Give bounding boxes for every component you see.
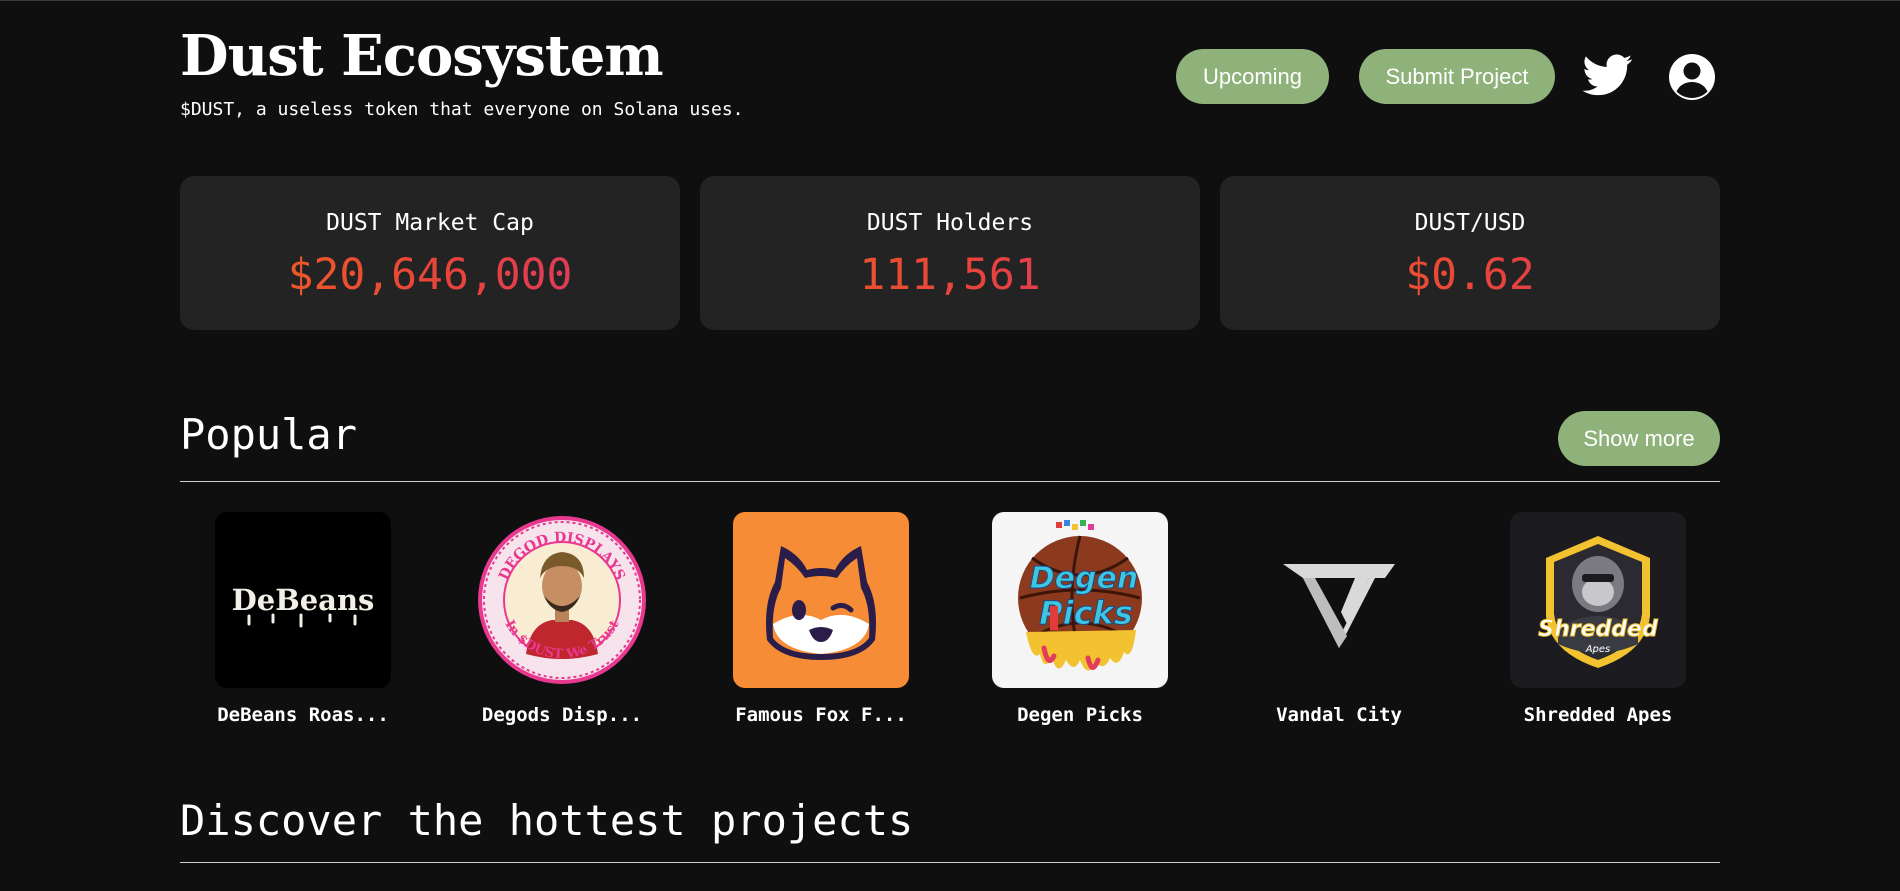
section-divider <box>180 862 1720 863</box>
project-logo <box>1251 512 1427 688</box>
account-icon[interactable] <box>1668 53 1716 101</box>
section-divider <box>180 481 1720 482</box>
svg-text:Shredded: Shredded <box>1538 617 1658 642</box>
project-name: Vandal City <box>1276 704 1402 726</box>
stat-value: $20,646,000 <box>180 248 680 302</box>
stat-value: 111,561 <box>700 248 1200 302</box>
page-container: Dust Ecosystem $DUST, a useless token th… <box>180 0 1720 891</box>
stat-label: DUST/USD <box>1414 210 1526 236</box>
site-tagline: $DUST, a useless token that everyone on … <box>180 99 744 120</box>
svg-text:DeBeans: DeBeans <box>232 583 375 617</box>
show-more-button[interactable]: Show more <box>1558 411 1720 466</box>
project-name: Famous Fox F... <box>735 704 907 726</box>
stat-value: $0.62 <box>1220 248 1720 302</box>
discover-heading: Discover the hottest projects <box>180 796 914 845</box>
project-logo: DEGOD DISPLAYS In $DUST We Trust <box>474 512 650 688</box>
upcoming-button[interactable]: Upcoming <box>1176 49 1329 104</box>
project-logo: Degen Picks <box>992 512 1168 688</box>
project-name: Degen Picks <box>1017 704 1143 726</box>
svg-text:Degen: Degen <box>1030 561 1138 596</box>
twitter-icon[interactable] <box>1582 54 1633 98</box>
project-logo: DeBeans <box>215 512 391 688</box>
project-name: Degods Disp... <box>481 704 643 726</box>
site-title[interactable]: Dust Ecosystem <box>180 24 664 88</box>
submit-project-button[interactable]: Submit Project <box>1359 49 1555 104</box>
stat-card-holders: DUST Holders 111,561 <box>700 176 1200 330</box>
project-logo: Shredded Apes <box>1510 512 1686 688</box>
popular-heading: Popular <box>180 410 358 459</box>
stat-label: DUST Market Cap <box>326 210 534 236</box>
svg-text:Apes: Apes <box>1585 644 1611 655</box>
stat-card-price: DUST/USD $0.62 <box>1220 176 1720 330</box>
stat-label: DUST Holders <box>866 210 1034 236</box>
stat-card-market-cap: DUST Market Cap $20,646,000 <box>180 176 680 330</box>
project-name: Shredded Apes <box>1523 704 1673 726</box>
project-logo <box>733 512 909 688</box>
project-name: DeBeans Roas... <box>217 704 389 726</box>
